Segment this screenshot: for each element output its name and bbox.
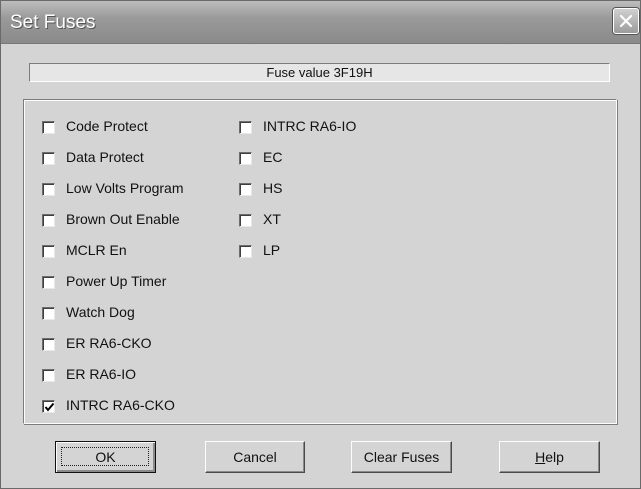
- checkbox-label: INTRC RA6-CKO: [66, 397, 175, 413]
- help-button[interactable]: Help: [499, 441, 600, 473]
- checkbox-label: Watch Dog: [66, 304, 135, 320]
- checkbox-box[interactable]: [42, 245, 55, 258]
- checkbox-box[interactable]: [239, 152, 252, 165]
- help-button-label: Help: [535, 449, 564, 465]
- checkbox-box[interactable]: [42, 338, 55, 351]
- checkbox-box[interactable]: [239, 121, 252, 134]
- checkbox-box[interactable]: [42, 214, 55, 227]
- checkmark-icon: [44, 402, 55, 412]
- checkbox-label: Low Volts Program: [66, 180, 184, 196]
- checkbox-box[interactable]: [42, 400, 55, 413]
- dialog-title: Set Fuses: [10, 12, 96, 33]
- checkbox-label: Data Protect: [66, 149, 144, 165]
- cancel-button-label: Cancel: [233, 449, 277, 465]
- checkbox-box[interactable]: [239, 214, 252, 227]
- clear-fuses-button-label: Clear Fuses: [363, 449, 440, 465]
- checkbox-box[interactable]: [42, 276, 55, 289]
- checkbox-label: ER RA6-CKO: [66, 335, 152, 351]
- title-bar[interactable]: Set Fuses: [1, 1, 640, 44]
- ok-button-label: OK: [95, 449, 116, 465]
- fuse-value-display: Fuse value 3F19H: [29, 63, 610, 82]
- checkbox-label: INTRC RA6-IO: [263, 118, 357, 134]
- checkbox-box[interactable]: [42, 152, 55, 165]
- checkbox-box[interactable]: [239, 183, 252, 196]
- checkbox-label: EC: [263, 149, 283, 165]
- checkbox-label: Brown Out Enable: [66, 211, 180, 227]
- fuse-options-group: Code Protect Data Protect Low Volts Prog…: [23, 99, 617, 424]
- checkbox-label: MCLR En: [66, 242, 127, 258]
- close-button[interactable]: [613, 8, 639, 34]
- clear-fuses-button[interactable]: Clear Fuses: [351, 441, 452, 473]
- set-fuses-dialog: Set Fuses Fuse value 3F19H Code Protect …: [0, 0, 641, 489]
- checkbox-box[interactable]: [239, 245, 252, 258]
- checkbox-box[interactable]: [42, 369, 55, 382]
- checkbox-box[interactable]: [42, 121, 55, 134]
- checkbox-label: Code Protect: [66, 118, 148, 134]
- help-label-rest: elp: [545, 449, 564, 465]
- close-icon: [619, 14, 633, 28]
- checkbox-box[interactable]: [42, 183, 55, 196]
- checkbox-label: HS: [263, 180, 283, 196]
- checkbox-label: ER RA6-IO: [66, 366, 137, 382]
- checkbox-box[interactable]: [42, 307, 55, 320]
- cancel-button[interactable]: Cancel: [205, 441, 305, 473]
- ok-button[interactable]: OK: [55, 441, 156, 473]
- checkbox-label: XT: [263, 211, 281, 227]
- checkbox-label: LP: [263, 242, 281, 258]
- help-mnemonic: H: [535, 449, 546, 465]
- checkbox-label: Power Up Timer: [66, 273, 167, 289]
